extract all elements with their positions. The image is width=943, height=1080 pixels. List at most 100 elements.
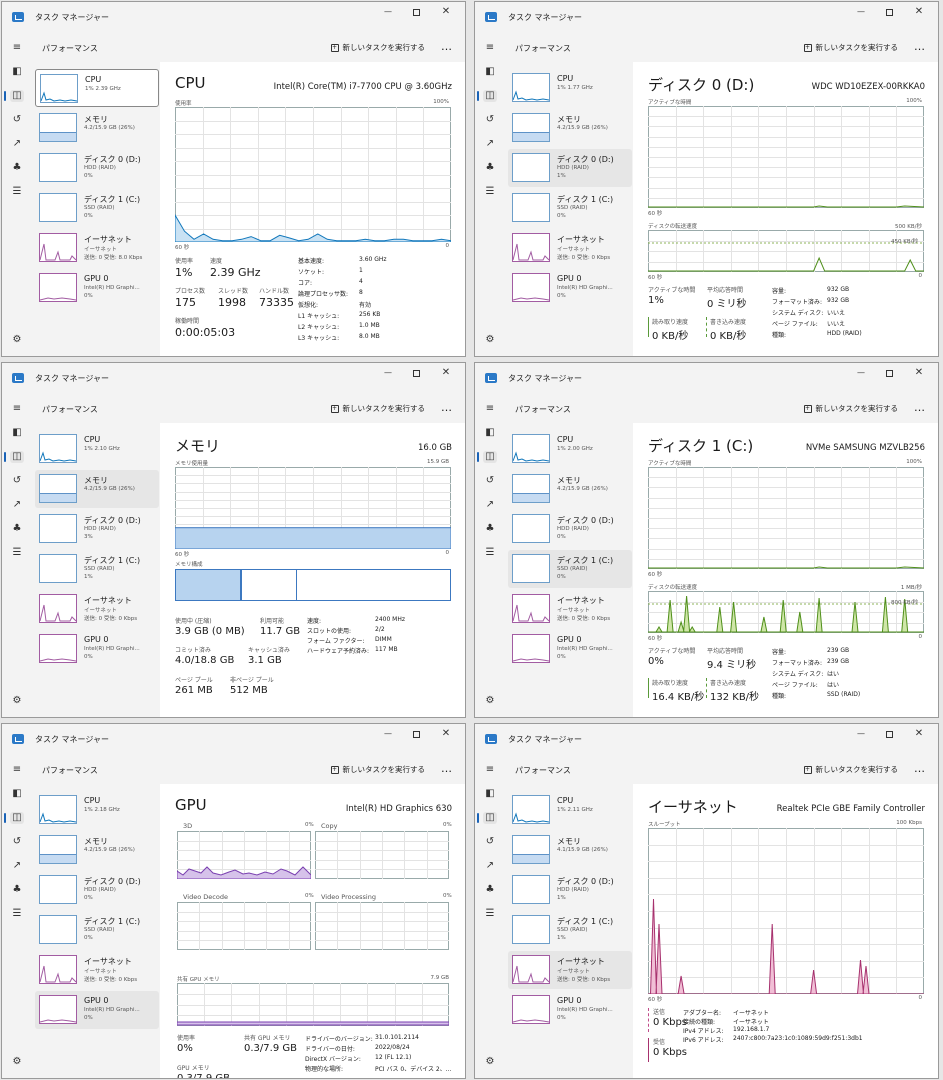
details-icon[interactable]: ☰ xyxy=(10,186,24,198)
app-history-icon[interactable]: ↺ xyxy=(483,114,497,126)
resource-item[interactable]: CPU 1% 2.10 GHz xyxy=(35,430,159,468)
maximize-button[interactable] xyxy=(403,6,429,20)
more-options-button[interactable]: … xyxy=(914,762,926,775)
menu-icon[interactable]: ≡ xyxy=(483,764,497,776)
run-new-task-button[interactable]: + 新しいタスクを実行する xyxy=(330,403,425,414)
resource-item[interactable]: イーサネット イーサネット 送信: 0 受信: 0 Kbps xyxy=(508,229,632,267)
resource-item[interactable]: CPU 1% 2.11 GHz xyxy=(508,791,632,829)
menu-icon[interactable]: ≡ xyxy=(10,403,24,415)
minimize-button[interactable]: — xyxy=(375,6,401,20)
resource-item[interactable]: メモリ 4.2/15.9 GB (26%) xyxy=(35,470,159,508)
resource-item[interactable]: ディスク 1 (C:) SSD (RAID) 0% xyxy=(508,550,632,588)
resource-item[interactable]: イーサネット イーサネット 送信: 0 受信: 0 Kbps xyxy=(508,590,632,628)
users-icon[interactable]: ♣ xyxy=(483,884,497,896)
close-button[interactable]: ✕ xyxy=(906,6,932,20)
resource-item[interactable]: イーサネット イーサネット 送信: 0 受信: 8.0 Kbps xyxy=(35,229,159,267)
resource-item[interactable]: メモリ 4.2/15.9 GB (26%) xyxy=(35,831,159,869)
services-icon[interactable]: ⚙ xyxy=(483,1056,497,1068)
users-icon[interactable]: ♣ xyxy=(10,162,24,174)
users-icon[interactable]: ♣ xyxy=(10,523,24,535)
details-icon[interactable]: ☰ xyxy=(10,908,24,920)
details-icon[interactable]: ☰ xyxy=(10,547,24,559)
performance-icon[interactable]: ◫ xyxy=(4,90,24,102)
close-button[interactable]: ✕ xyxy=(433,6,459,20)
maximize-button[interactable] xyxy=(876,367,902,381)
startup-icon[interactable]: ↗ xyxy=(10,860,24,872)
details-icon[interactable]: ☰ xyxy=(483,547,497,559)
services-icon[interactable]: ⚙ xyxy=(483,334,497,346)
close-button[interactable]: ✕ xyxy=(433,728,459,742)
more-options-button[interactable]: … xyxy=(441,762,453,775)
run-new-task-button[interactable]: + 新しいタスクを実行する xyxy=(803,403,898,414)
close-button[interactable]: ✕ xyxy=(433,367,459,381)
resource-item[interactable]: GPU 0 Intel(R) HD Graphi... 0% xyxy=(508,630,632,668)
resource-item[interactable]: ディスク 0 (D:) HDD (RAID) 1% xyxy=(508,871,632,909)
maximize-button[interactable] xyxy=(403,728,429,742)
app-history-icon[interactable]: ↺ xyxy=(10,114,24,126)
processes-icon[interactable]: ◧ xyxy=(483,427,497,439)
maximize-button[interactable] xyxy=(876,6,902,20)
performance-icon[interactable]: ◫ xyxy=(477,90,497,102)
performance-icon[interactable]: ◫ xyxy=(4,451,24,463)
resource-item[interactable]: CPU 1% 2.00 GHz xyxy=(508,430,632,468)
resource-item[interactable]: メモリ 4.2/15.9 GB (26%) xyxy=(508,470,632,508)
more-options-button[interactable]: … xyxy=(914,40,926,53)
resource-item[interactable]: GPU 0 Intel(R) HD Graphi... 0% xyxy=(35,630,159,668)
resource-item[interactable]: ディスク 1 (C:) SSD (RAID) 0% xyxy=(35,189,159,227)
run-new-task-button[interactable]: + 新しいタスクを実行する xyxy=(803,42,898,53)
more-options-button[interactable]: … xyxy=(441,40,453,53)
minimize-button[interactable]: — xyxy=(848,6,874,20)
resource-item[interactable]: ディスク 0 (D:) HDD (RAID) 1% xyxy=(508,149,632,187)
processes-icon[interactable]: ◧ xyxy=(10,66,24,78)
users-icon[interactable]: ♣ xyxy=(10,884,24,896)
maximize-button[interactable] xyxy=(876,728,902,742)
processes-icon[interactable]: ◧ xyxy=(10,788,24,800)
startup-icon[interactable]: ↗ xyxy=(483,138,497,150)
run-new-task-button[interactable]: + 新しいタスクを実行する xyxy=(803,764,898,775)
startup-icon[interactable]: ↗ xyxy=(483,499,497,511)
services-icon[interactable]: ⚙ xyxy=(10,1056,24,1068)
users-icon[interactable]: ♣ xyxy=(483,162,497,174)
resource-item[interactable]: GPU 0 Intel(R) HD Graphi... 0% xyxy=(508,269,632,307)
resource-item[interactable]: CPU 1% 2.18 GHz xyxy=(35,791,159,829)
users-icon[interactable]: ♣ xyxy=(483,523,497,535)
menu-icon[interactable]: ≡ xyxy=(10,42,24,54)
startup-icon[interactable]: ↗ xyxy=(483,860,497,872)
processes-icon[interactable]: ◧ xyxy=(483,66,497,78)
app-history-icon[interactable]: ↺ xyxy=(10,836,24,848)
more-options-button[interactable]: … xyxy=(441,401,453,414)
close-button[interactable]: ✕ xyxy=(906,728,932,742)
minimize-button[interactable]: — xyxy=(848,367,874,381)
resource-item[interactable]: メモリ 4.1/15.9 GB (26%) xyxy=(508,831,632,869)
details-icon[interactable]: ☰ xyxy=(483,908,497,920)
resource-item[interactable]: ディスク 0 (D:) HDD (RAID) 0% xyxy=(35,871,159,909)
maximize-button[interactable] xyxy=(403,367,429,381)
app-history-icon[interactable]: ↺ xyxy=(483,836,497,848)
startup-icon[interactable]: ↗ xyxy=(10,499,24,511)
run-new-task-button[interactable]: + 新しいタスクを実行する xyxy=(330,42,425,53)
resource-item[interactable]: ディスク 1 (C:) SSD (RAID) 0% xyxy=(35,911,159,949)
minimize-button[interactable]: — xyxy=(375,367,401,381)
startup-icon[interactable]: ↗ xyxy=(10,138,24,150)
processes-icon[interactable]: ◧ xyxy=(10,427,24,439)
close-button[interactable]: ✕ xyxy=(906,367,932,381)
run-new-task-button[interactable]: + 新しいタスクを実行する xyxy=(330,764,425,775)
resource-item[interactable]: CPU 1% 2.39 GHz xyxy=(35,69,159,107)
menu-icon[interactable]: ≡ xyxy=(483,403,497,415)
resource-item[interactable]: GPU 0 Intel(R) HD Graphi... 0% xyxy=(35,269,159,307)
performance-icon[interactable]: ◫ xyxy=(4,812,24,824)
resource-item[interactable]: GPU 0 Intel(R) HD Graphi... 0% xyxy=(508,991,632,1029)
performance-icon[interactable]: ◫ xyxy=(477,451,497,463)
details-icon[interactable]: ☰ xyxy=(483,186,497,198)
performance-icon[interactable]: ◫ xyxy=(477,812,497,824)
resource-item[interactable]: ディスク 0 (D:) HDD (RAID) 0% xyxy=(508,510,632,548)
services-icon[interactable]: ⚙ xyxy=(483,695,497,707)
resource-item[interactable]: イーサネット イーサネット 送信: 0 受信: 0 Kbps xyxy=(35,590,159,628)
resource-item[interactable]: CPU 1% 1.77 GHz xyxy=(508,69,632,107)
app-history-icon[interactable]: ↺ xyxy=(10,475,24,487)
resource-item[interactable]: ディスク 1 (C:) SSD (RAID) 1% xyxy=(35,550,159,588)
resource-item[interactable]: メモリ 4.2/15.9 GB (26%) xyxy=(35,109,159,147)
resource-item[interactable]: ディスク 0 (D:) HDD (RAID) 3% xyxy=(35,510,159,548)
more-options-button[interactable]: … xyxy=(914,401,926,414)
menu-icon[interactable]: ≡ xyxy=(10,764,24,776)
